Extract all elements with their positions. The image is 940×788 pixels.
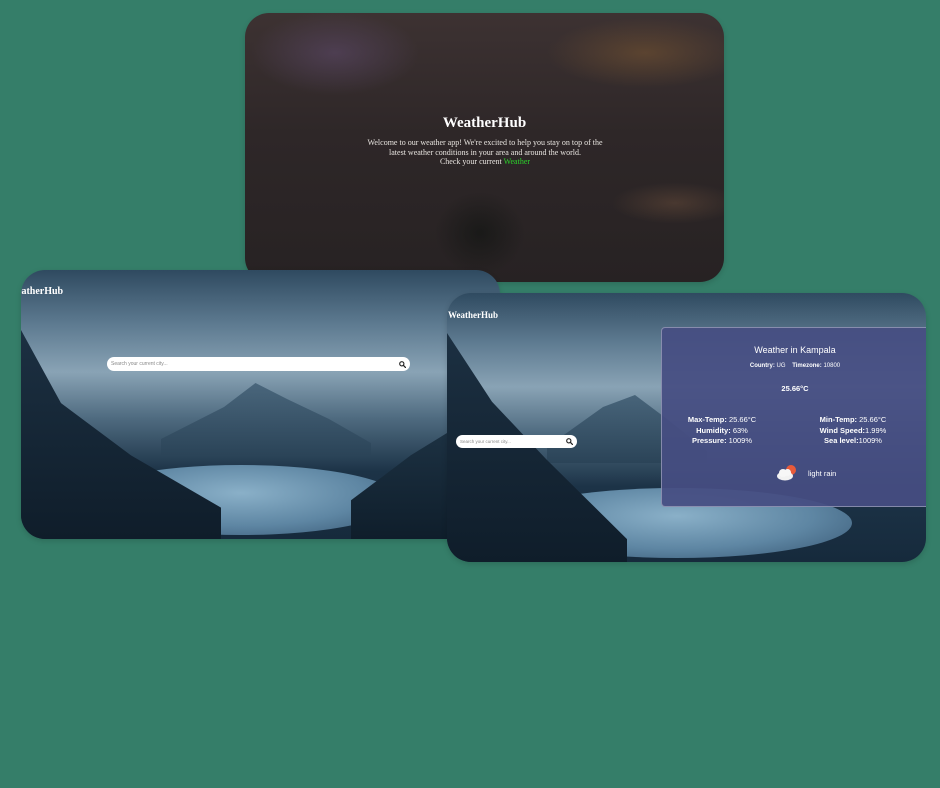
location-meta: Country: UG Timezone: 10800: [662, 363, 926, 369]
timezone-label: Timezone:: [792, 363, 822, 369]
pressure-value: 1009%: [728, 436, 753, 445]
timezone-value: 10800: [823, 363, 841, 369]
sea-level-label: Sea level:: [824, 436, 859, 445]
wind-row: Wind Speed:1.99%: [807, 426, 899, 437]
magnifier-icon[interactable]: [399, 360, 406, 368]
stats-right: Min-Temp: 25.66°C Wind Speed:1.99% Sea l…: [807, 415, 899, 447]
humidity-label: Humidity:: [696, 425, 731, 435]
wind-label: Wind Speed:: [819, 425, 866, 435]
wind-value: 1.99%: [865, 425, 887, 435]
mountain-center: [161, 383, 371, 455]
pressure-label: Pressure:: [691, 436, 727, 445]
sea-level-value: 1009%: [858, 436, 882, 445]
condition-text: light rain: [808, 468, 837, 478]
cta-text: Check your current: [439, 157, 504, 166]
min-temp-label: Min-Temp:: [819, 415, 858, 424]
humidity-value: 63%: [732, 425, 748, 435]
max-temp-value: 25.66°C: [728, 415, 757, 424]
search-placeholder: Search your current city...: [111, 361, 168, 367]
welcome-line-2: latest weather conditions in your area a…: [389, 147, 581, 157]
cloud-sun-icon: [774, 464, 798, 482]
search-screenshot: eatherHub Search your current city...: [21, 270, 500, 539]
country-value: UG: [776, 363, 786, 369]
weather-link[interactable]: Weather: [504, 157, 530, 166]
min-temp-value: 25.66°C: [859, 415, 887, 424]
pressure-row: Pressure: 1009%: [676, 436, 768, 447]
weather-panel: Weather in Kampala Country: UG Timezone:…: [661, 327, 926, 507]
search-input[interactable]: Search your current city...: [456, 435, 577, 448]
weather-condition: light rain: [774, 464, 836, 482]
welcome-line-1: Welcome to our weather app! We're excite…: [367, 138, 603, 147]
sea-level-row: Sea level:1009%: [807, 436, 899, 447]
humidity-row: Humidity: 63%: [676, 426, 768, 437]
current-temperature: 25.66°C: [781, 384, 809, 393]
magnifier-icon[interactable]: [566, 438, 573, 445]
min-temp-row: Min-Temp: 25.66°C: [807, 415, 899, 426]
weather-heading: Weather in Kampala: [754, 345, 836, 355]
landing-screenshot: WeatherHub Welcome to our weather app! W…: [245, 13, 724, 282]
tree-silhouette: [415, 173, 545, 282]
app-title: WeatherHub: [442, 115, 527, 131]
app-logo: eatherHub: [21, 286, 64, 297]
search-placeholder: Search your current city...: [460, 439, 511, 444]
stats-left: Max-Temp: 25.66°C Humidity: 63% Pressure…: [676, 415, 768, 447]
search-input[interactable]: Search your current city...: [107, 357, 410, 371]
results-screenshot: WeatherHub Search your current city... W…: [447, 293, 926, 562]
max-temp-row: Max-Temp: 25.66°C: [676, 415, 768, 426]
app-logo: WeatherHub: [448, 310, 499, 320]
max-temp-label: Max-Temp:: [687, 415, 727, 424]
country-label: Country:: [749, 363, 775, 369]
welcome-cta: Check your current Weather: [365, 157, 605, 167]
welcome-text: Welcome to our weather app! We're excite…: [365, 138, 605, 167]
